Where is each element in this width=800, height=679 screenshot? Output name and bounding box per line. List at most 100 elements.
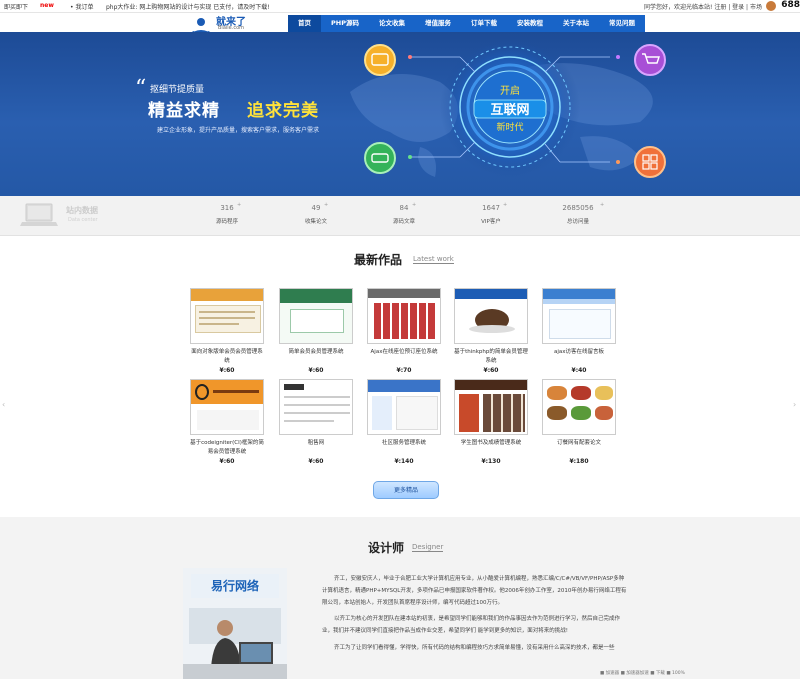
hero-slogan-white: 精益求精 bbox=[148, 101, 220, 121]
work-item[interactable]: 面向对象版单会员会员管理系统 ¥:60 bbox=[190, 288, 264, 374]
nav-order-download[interactable]: 订单下载 bbox=[461, 15, 507, 32]
works-title-en: Latest work bbox=[413, 255, 454, 264]
work-thumbnail[interactable] bbox=[367, 379, 441, 435]
work-price: ¥:60 bbox=[483, 367, 499, 374]
plus-icon: + bbox=[324, 202, 329, 208]
work-thumbnail[interactable] bbox=[454, 288, 528, 344]
stats-bar: 站内数据 Data center 316 源码程序 + 49 收集论文 + 84… bbox=[0, 196, 800, 236]
stat-total-visits: 2685056 总访问量 + bbox=[538, 202, 618, 225]
work-caption[interactable]: 租售网 bbox=[279, 439, 353, 457]
work-caption[interactable]: 学生图书及成绩管理系统 bbox=[454, 439, 528, 457]
new-badge: new bbox=[40, 2, 54, 9]
work-price: ¥:130 bbox=[481, 458, 501, 465]
internet-hub-graphic: 开启 互联网 新时代 bbox=[364, 37, 666, 178]
works-title: 最新作品 bbox=[354, 253, 403, 267]
work-thumbnail[interactable] bbox=[279, 288, 353, 344]
nav-papers[interactable]: 论文收集 bbox=[369, 15, 415, 32]
nav-services[interactable]: 增值服务 bbox=[415, 15, 461, 32]
work-thumbnail[interactable] bbox=[542, 379, 616, 435]
company-sign: 易行网络 bbox=[211, 578, 259, 593]
work-item[interactable]: 基于thinkphp的简单会员管理系统 ¥:60 bbox=[454, 288, 528, 374]
work-item[interactable]: 简单会员会员管理系统 ¥:60 bbox=[279, 288, 353, 374]
logo-domain: Blaile.com bbox=[218, 25, 245, 31]
plus-icon: + bbox=[600, 202, 605, 208]
hero-tagline: 抠细节提质量 bbox=[150, 85, 205, 95]
stat-vip-clients: 1647 VIP客户 + bbox=[451, 202, 531, 225]
stat-source-programs: 316 源码程序 + bbox=[187, 202, 267, 225]
prev-arrow-icon[interactable]: ‹ bbox=[2, 400, 5, 409]
work-caption[interactable]: ajax访客在线留言板 bbox=[542, 348, 616, 366]
work-thumbnail[interactable] bbox=[367, 288, 441, 344]
stat-value: 316 bbox=[220, 204, 234, 212]
quote-mark-icon: “ bbox=[135, 76, 147, 101]
work-price: ¥:40 bbox=[571, 367, 587, 374]
stat-value: 2685056 bbox=[562, 204, 594, 212]
work-item[interactable]: Ajax在线座位预订座位系统 ¥:70 bbox=[367, 288, 441, 374]
work-thumbnail[interactable] bbox=[190, 288, 264, 344]
work-price: ¥:60 bbox=[308, 458, 324, 465]
work-caption[interactable]: 简单会员会员管理系统 bbox=[279, 348, 353, 366]
work-caption[interactable]: 基于codeigniter(CI)框架的简易会员管理系统 bbox=[190, 439, 264, 457]
work-price: ¥:60 bbox=[219, 367, 235, 374]
more-works-button[interactable]: 更多精品 bbox=[373, 481, 439, 499]
designer-title: 设计师 bbox=[368, 541, 405, 555]
order-ticker-text: php大作业: 网上购物网站的设计与实现 已支付，请及时下载! bbox=[106, 4, 270, 11]
stat-papers: 49 收集论文 + bbox=[276, 202, 356, 225]
hero-banner[interactable]: “ 抠细节提质量 精益求精 追求完美 建立企业形象，提升产品质量，搜索客户需求，… bbox=[0, 32, 800, 196]
nav-php-source[interactable]: PHP源码 bbox=[321, 15, 369, 32]
work-caption[interactable]: 基于thinkphp的简单会员管理系统 bbox=[454, 348, 528, 366]
bio-paragraph: 齐工为了让同学们看得懂，学得快，所有代码的结构和编程技巧方求简单易懂，没有采用什… bbox=[334, 644, 615, 651]
work-thumbnail[interactable] bbox=[454, 379, 528, 435]
online-count: 688 bbox=[781, 0, 800, 10]
work-price: ¥:60 bbox=[219, 458, 235, 465]
hub-text-open: 开启 bbox=[500, 84, 520, 97]
work-item[interactable]: 学生图书及成绩管理系统 ¥:130 bbox=[454, 379, 528, 465]
stat-value: 84 bbox=[399, 204, 409, 212]
work-thumbnail[interactable] bbox=[279, 379, 353, 435]
work-thumbnail[interactable] bbox=[190, 379, 264, 435]
site-header: 就来了 Blaile.com 首页 PHP源码 论文收集 增值服务 订单下载 安… bbox=[0, 13, 800, 39]
station-data-title: 站内数据 bbox=[66, 206, 98, 215]
hero-subtitle: 建立企业形象，提升产品质量，搜索客户需求，服务客户需求 bbox=[157, 127, 320, 134]
stat-value: 49 bbox=[311, 204, 321, 212]
next-arrow-icon[interactable]: › bbox=[793, 400, 796, 409]
avatar bbox=[766, 1, 776, 11]
station-data-subtitle: Data center bbox=[68, 217, 98, 223]
my-orders-link[interactable]: • 我订单 bbox=[70, 2, 93, 11]
laptop-icon bbox=[20, 203, 58, 226]
work-caption[interactable]: Ajax在线座位预订座位系统 bbox=[367, 348, 441, 366]
top-ticker-bar: 即买即下 new • 我订单 php大作业: 网上购物网站的设计与实现 已支付，… bbox=[0, 0, 800, 13]
work-price: ¥:60 bbox=[308, 367, 324, 374]
work-caption[interactable]: 面向对象版单会员会员管理系统 bbox=[190, 348, 264, 366]
hero-slogan-yellow: 追求完美 bbox=[247, 101, 319, 121]
user-links[interactable]: 同学您好，欢迎光临本站! 注册 | 登录 | 市场 bbox=[644, 2, 762, 11]
stat-label: 收集论文 bbox=[304, 219, 327, 225]
stat-articles: 84 源码文章 + bbox=[364, 202, 444, 225]
nav-home[interactable]: 首页 bbox=[288, 15, 321, 32]
plus-icon: + bbox=[412, 202, 417, 208]
plus-icon: + bbox=[237, 202, 242, 208]
work-item[interactable]: 基于codeigniter(CI)框架的简易会员管理系统 ¥:60 bbox=[190, 379, 264, 465]
work-item[interactable]: 订餐网有配套论文 ¥:180 bbox=[542, 379, 616, 465]
nav-faq[interactable]: 常见问题 bbox=[599, 15, 645, 32]
plus-icon: + bbox=[503, 202, 508, 208]
work-thumbnail[interactable] bbox=[542, 288, 616, 344]
designer-photo: 易行网络 bbox=[183, 568, 287, 679]
work-item[interactable]: 租售网 ¥:60 bbox=[279, 379, 353, 465]
stat-label: 源码程序 bbox=[215, 219, 238, 225]
nav-install-guide[interactable]: 安装教程 bbox=[507, 15, 553, 32]
hub-text-new-era: 新时代 bbox=[496, 121, 523, 133]
work-caption[interactable]: 社区服务管理系统 bbox=[367, 439, 441, 457]
designer-title-en: Designer bbox=[412, 543, 444, 552]
instant-download-label: 即买即下 bbox=[4, 4, 29, 11]
work-item[interactable]: 社区服务管理系统 ¥:140 bbox=[367, 379, 441, 465]
work-price: ¥:180 bbox=[569, 458, 589, 465]
nav-about[interactable]: 关于本站 bbox=[553, 15, 599, 32]
work-price: ¥:70 bbox=[396, 367, 412, 374]
work-caption[interactable]: 订餐网有配套论文 bbox=[542, 439, 616, 457]
stat-value: 1647 bbox=[482, 204, 500, 212]
stat-label: VIP客户 bbox=[481, 219, 501, 225]
bio-paragraph: 以齐工为核心的开发团队在建本站的初衷，是希望同学们能够和我们的作品事因去作为范例… bbox=[322, 616, 621, 635]
work-item[interactable]: ajax访客在线留言板 ¥:40 bbox=[542, 288, 616, 374]
work-price: ¥:140 bbox=[394, 458, 414, 465]
